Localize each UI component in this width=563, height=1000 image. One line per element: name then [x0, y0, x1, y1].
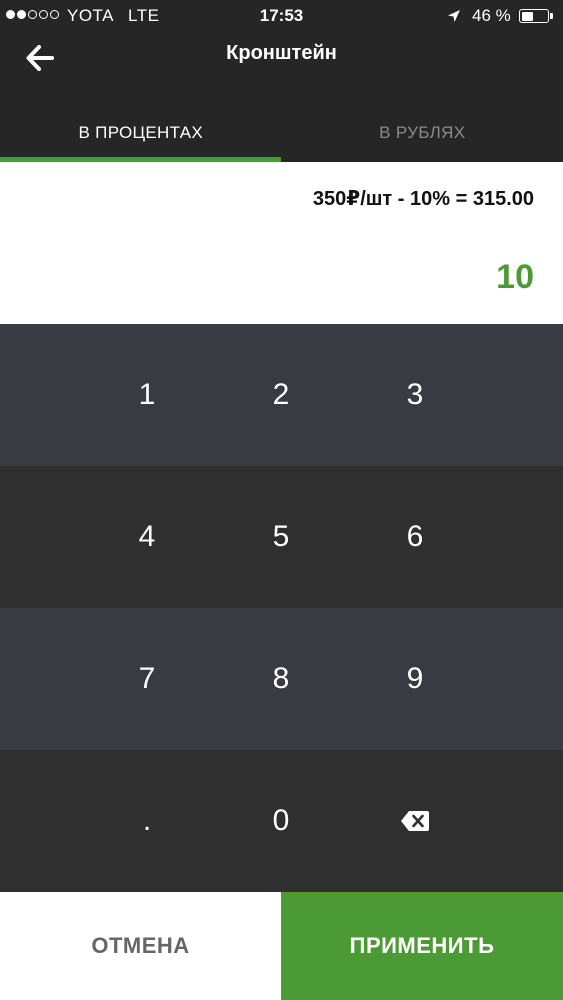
key-7[interactable]: 7: [80, 608, 214, 750]
tab-rubles-label: В РУБЛЯХ: [379, 123, 466, 142]
key-8[interactable]: 8: [214, 608, 348, 750]
apply-button[interactable]: ПРИМЕНИТЬ: [281, 892, 563, 1000]
battery-level: [521, 11, 533, 21]
navigation-header: Кронштейн: [0, 32, 563, 104]
location-arrow-icon: [448, 10, 460, 22]
key-9[interactable]: 9: [348, 608, 482, 750]
discount-type-tabs: В ПРОЦЕНТАХ В РУБЛЯХ: [0, 104, 563, 162]
key-decimal-point[interactable]: .: [80, 750, 214, 892]
discount-formula: 350₽/шт - 10% = 315.00: [312, 188, 534, 210]
discount-value-panel: 350₽/шт - 10% = 315.00 10: [0, 162, 563, 324]
status-bar: YOTA LTE 17:53 46 %: [0, 0, 563, 32]
key-4[interactable]: 4: [80, 466, 214, 608]
battery-icon: [519, 9, 549, 23]
key-1[interactable]: 1: [80, 324, 214, 466]
keypad-row: 4 5 6: [0, 466, 563, 608]
entered-discount-value[interactable]: 10: [496, 258, 534, 297]
keypad-row: . 0: [0, 750, 563, 892]
keypad-row: 1 2 3: [0, 324, 563, 466]
action-bar: ОТМЕНА ПРИМЕНИТЬ: [0, 892, 563, 1000]
key-3[interactable]: 3: [348, 324, 482, 466]
backspace-icon: [401, 811, 429, 831]
battery-percentage: 46 %: [472, 6, 511, 25]
page-title: Кронштейн: [226, 42, 337, 64]
cancel-button[interactable]: ОТМЕНА: [0, 892, 281, 1000]
tab-rubles[interactable]: В РУБЛЯХ: [282, 104, 563, 162]
tab-percent-label: В ПРОЦЕНТАХ: [78, 123, 203, 142]
backspace-key[interactable]: [348, 750, 482, 892]
battery-tip: [550, 13, 553, 19]
key-2[interactable]: 2: [214, 324, 348, 466]
key-6[interactable]: 6: [348, 466, 482, 608]
tab-percent[interactable]: В ПРОЦЕНТАХ: [0, 104, 282, 162]
keypad-row: 7 8 9: [0, 608, 563, 750]
numeric-keypad: 1 2 3 4 5 6 7 8 9 . 0: [0, 324, 563, 892]
key-0[interactable]: 0: [214, 750, 348, 892]
discount-screen: YOTA LTE 17:53 46 % Кронштейн В ПРОЦЕНТА…: [0, 0, 563, 1000]
key-5[interactable]: 5: [214, 466, 348, 608]
